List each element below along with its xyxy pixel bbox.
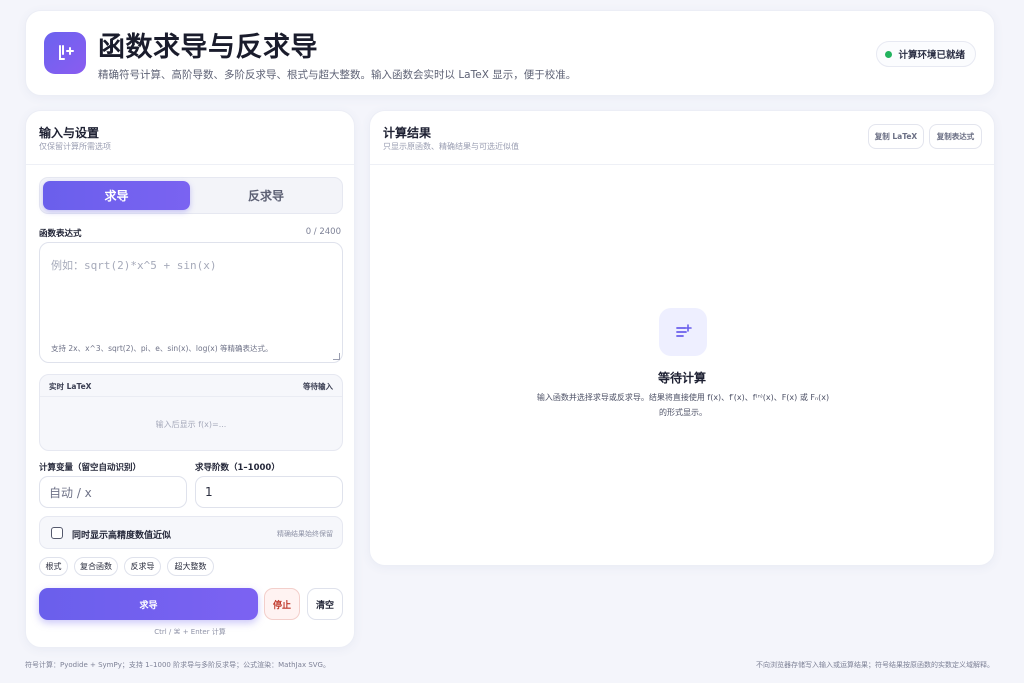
stop-button[interactable]: 停止	[264, 588, 300, 620]
example-chip-composite[interactable]: 复合函数	[74, 557, 118, 576]
copy-expression-button[interactable]: 复制表达式	[929, 124, 982, 149]
preview-status: 等待输入	[303, 382, 333, 391]
variable-label: 计算变量（留空自动识别）	[39, 463, 142, 473]
expression-placeholder: 例如：sqrt(2)*x^5 + sin(x)	[51, 259, 217, 272]
order-label: 求导阶数（1–1000）	[195, 463, 280, 473]
page-subtitle: 精确符号计算、高阶导数、多阶反求导、根式与超大整数。输入函数会实时以 LaTeX…	[98, 69, 577, 81]
latex-preview: 实时 LaTeX 等待输入 输入后显示 f(x)=...	[39, 374, 343, 451]
input-settings-panel: 输入与设置 仅保留计算所需选项 求导 反求导 函数表达式 0 / 2400 例如…	[25, 110, 355, 648]
order-input[interactable]: 1	[195, 476, 343, 508]
panel-header: 输入与设置 仅保留计算所需选项	[26, 111, 354, 165]
approx-checkbox[interactable]	[51, 527, 63, 539]
result-panel: 计算结果 只显示原函数、精确结果与可选近似值 复制 LaTeX 复制表达式 等待…	[369, 110, 995, 566]
variable-input[interactable]: 自动 / x	[39, 476, 187, 508]
approx-label[interactable]: 同时显示高精度数值近似	[72, 528, 171, 541]
example-chip-antiderivative[interactable]: 反求导	[124, 557, 161, 576]
panel-title: 输入与设置	[39, 126, 100, 140]
empty-state-title: 等待计算	[657, 371, 706, 385]
status-text: 计算环境已就绪	[898, 50, 965, 61]
resize-handle-icon[interactable]	[333, 353, 340, 360]
copy-latex-button[interactable]: 复制 LaTeX	[868, 124, 924, 149]
expression-label: 函数表达式	[39, 229, 82, 239]
expression-hint: 支持 2x、x^3、sqrt(2)、pi、e、sin(x)、log(x) 等精确…	[51, 344, 273, 353]
tab-derivative[interactable]: 求导	[43, 181, 190, 210]
shortcut-hint: Ctrl / ⌘ + Enter 计算	[154, 628, 226, 636]
panel-subtitle: 只显示原函数、精确结果与可选近似值	[383, 142, 519, 151]
preview-title: 实时 LaTeX	[49, 382, 92, 391]
waiting-icon	[659, 308, 707, 356]
footer-tech-note: 符号计算：Pyodide + SymPy；支持 1–1000 阶求导与多阶反求导…	[25, 661, 330, 669]
clear-button[interactable]: 清空	[307, 588, 343, 620]
panel-subtitle: 仅保留计算所需选项	[39, 142, 111, 151]
app-header: 函数求导与反求导 精确符号计算、高阶导数、多阶反求导、根式与超大整数。输入函数会…	[25, 10, 995, 96]
expression-input[interactable]: 例如：sqrt(2)*x^5 + sin(x) 支持 2x、x^3、sqrt(2…	[39, 242, 343, 363]
approx-note: 精确结果始终保留	[277, 530, 333, 538]
compute-button[interactable]: 求导	[39, 588, 258, 620]
page-title: 函数求导与反求导	[98, 32, 318, 63]
approx-option: 同时显示高精度数值近似 精确结果始终保留	[39, 516, 343, 549]
char-counter: 0 / 2400	[305, 227, 341, 237]
example-chip-big-integer[interactable]: 超大整数	[167, 557, 214, 576]
mode-switch: 求导 反求导	[39, 177, 343, 214]
status-badge: 计算环境已就绪	[876, 41, 976, 67]
footer-privacy-note: 不向浏览器存储写入输入或运算结果；符号结果按原函数的实数定义域解释。	[756, 661, 994, 669]
tab-antiderivative[interactable]: 反求导	[192, 181, 340, 210]
preview-placeholder: 输入后显示 f(x)=...	[155, 420, 227, 429]
preview-header: 实时 LaTeX 等待输入	[40, 375, 342, 397]
panel-header: 计算结果 只显示原函数、精确结果与可选近似值 复制 LaTeX 复制表达式	[370, 111, 994, 165]
empty-state-text: 输入函数并选择求导或反求导。结果将直接使用 f(x)、f′(x)、f⁽ⁿ⁾(x)…	[536, 393, 830, 417]
example-chip-radical[interactable]: 根式	[39, 557, 68, 576]
status-dot-icon	[885, 50, 893, 58]
derivative-icon	[44, 32, 86, 74]
panel-title: 计算结果	[383, 126, 432, 140]
